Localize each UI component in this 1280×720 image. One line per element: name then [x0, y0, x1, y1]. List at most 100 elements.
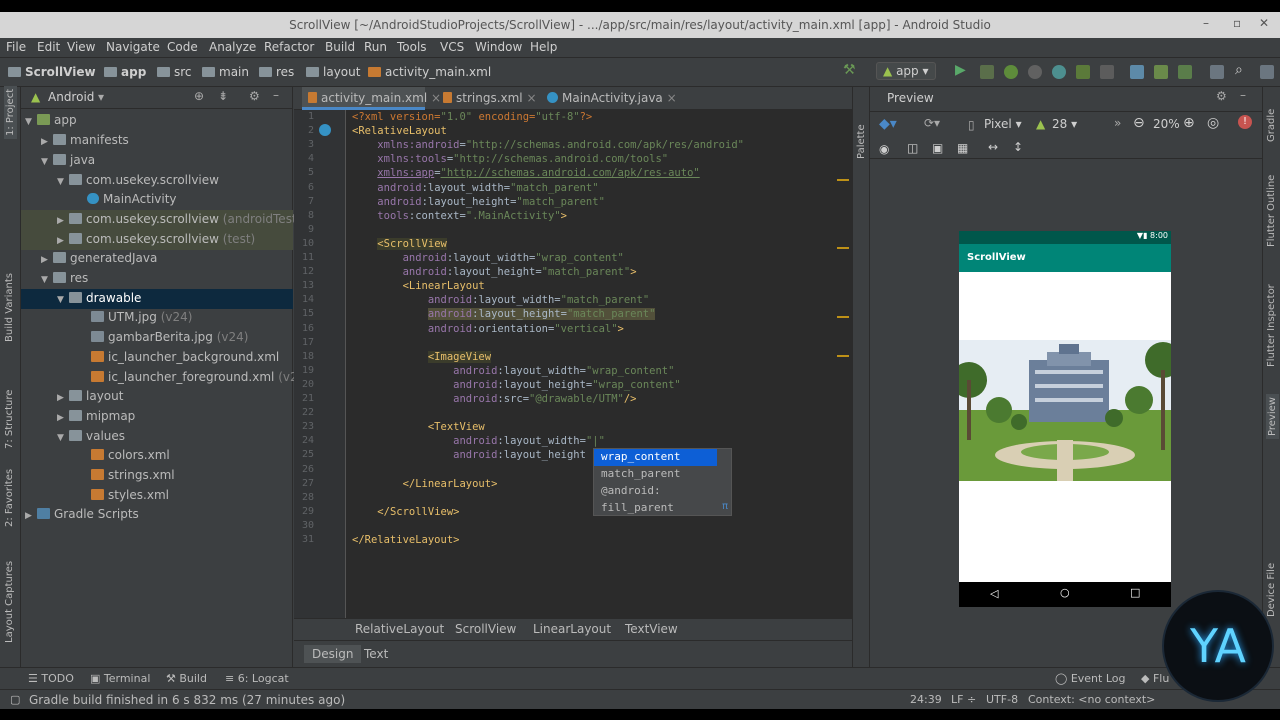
- tree-item-package-test[interactable]: ▶ com.usekey.scrollview (test): [21, 230, 293, 250]
- tree-item-values[interactable]: ▼ values: [21, 427, 293, 447]
- build-variants-tab[interactable]: Build Variants: [4, 273, 15, 342]
- run-icon[interactable]: ▶: [955, 62, 966, 78]
- breadcrumb-project[interactable]: ScrollView: [8, 65, 96, 79]
- terminal-tab[interactable]: ▣ Terminal: [90, 672, 150, 685]
- tree-item-package-androidtest[interactable]: ▶ com.usekey.scrollview (androidTest): [21, 210, 301, 230]
- code-line[interactable]: <TextView: [352, 421, 485, 433]
- menu-window[interactable]: Window: [475, 40, 522, 54]
- event-log-tab[interactable]: ◯ Event Log: [1055, 672, 1125, 685]
- code-line[interactable]: android:src="@drawable/UTM"/>: [352, 393, 636, 405]
- magnet-icon[interactable]: ▣: [932, 141, 943, 155]
- code-line[interactable]: <RelativeLayout: [352, 125, 447, 137]
- tree-item-manifests[interactable]: ▶ manifests: [21, 131, 293, 151]
- close-icon[interactable]: ✕: [1259, 16, 1269, 30]
- tab-design[interactable]: Design: [304, 645, 362, 663]
- more-icon[interactable]: »: [1114, 116, 1121, 130]
- completion-item[interactable]: wrap_content: [594, 449, 717, 466]
- collapse-all-icon[interactable]: ⇟: [218, 89, 228, 103]
- class-marker-icon[interactable]: [319, 124, 331, 136]
- code-line[interactable]: android:layout_width="wrap_content": [352, 365, 674, 377]
- menu-run[interactable]: Run: [364, 40, 387, 54]
- api-select[interactable]: 28 ▾: [1052, 117, 1077, 131]
- warning-marker[interactable]: [837, 247, 849, 249]
- structure-tab[interactable]: 7: Structure: [4, 390, 15, 449]
- status-icon[interactable]: ▢: [10, 693, 20, 706]
- tree-item-utm-jpg[interactable]: UTM.jpg (v24): [21, 308, 293, 328]
- code-line[interactable]: </ScrollView>: [352, 506, 459, 518]
- expand-horizontal-icon[interactable]: ↔: [988, 140, 998, 154]
- tree-item-mipmap[interactable]: ▶ mipmap: [21, 407, 293, 427]
- code-line[interactable]: xmlns:android="http://schemas.android.co…: [352, 139, 744, 151]
- completion-item[interactable]: @android:: [594, 483, 731, 500]
- device-icon[interactable]: ▯: [968, 118, 975, 132]
- menu-help[interactable]: Help: [530, 40, 557, 54]
- sync-icon[interactable]: [1130, 65, 1144, 79]
- sdk-manager-icon[interactable]: [1178, 65, 1192, 79]
- breadcrumb-layout[interactable]: layout: [306, 65, 360, 79]
- maximize-icon[interactable]: ▫: [1233, 16, 1241, 30]
- palette-tab[interactable]: Palette: [856, 124, 867, 159]
- menu-build[interactable]: Build: [325, 40, 355, 54]
- menu-view[interactable]: View: [67, 40, 95, 54]
- debug-icon[interactable]: [1004, 65, 1018, 79]
- build-tab[interactable]: ⚒ Build: [166, 672, 207, 685]
- code-line[interactable]: android:layout_width="wrap_content": [352, 252, 624, 264]
- code-line[interactable]: </RelativeLayout>: [352, 534, 459, 546]
- hide-panel-icon[interactable]: –: [1240, 88, 1246, 102]
- flutter-outline-tab[interactable]: Flutter Outline: [1266, 175, 1277, 247]
- error-icon[interactable]: !: [1238, 115, 1252, 129]
- tree-item-java[interactable]: ▼ java: [21, 151, 293, 171]
- chevron-down-icon[interactable]: ▾: [98, 90, 104, 104]
- code-line[interactable]: <ScrollView: [352, 237, 447, 250]
- settings-icon[interactable]: [1260, 65, 1274, 79]
- tree-item-gradle-scripts[interactable]: ▶ Gradle Scripts: [21, 505, 293, 525]
- code-line[interactable]: tools:context=".MainActivity">: [352, 210, 567, 222]
- breadcrumb-src[interactable]: src: [157, 65, 192, 79]
- code-line[interactable]: android:layout_width="|": [352, 435, 605, 447]
- menu-analyze[interactable]: Analyze: [209, 40, 256, 54]
- tree-item-generatedjava[interactable]: ▶ generatedJava: [21, 249, 293, 269]
- menu-file[interactable]: File: [6, 40, 26, 54]
- device-select[interactable]: Pixel ▾: [984, 117, 1022, 131]
- eye-icon[interactable]: ◉: [879, 142, 889, 156]
- profile-icon[interactable]: [1028, 65, 1042, 79]
- flutter-inspector-tab[interactable]: Flutter Inspector: [1266, 284, 1277, 367]
- code-line[interactable]: <?xml version="1.0" encoding="utf-8"?>: [352, 111, 592, 123]
- phone-screen[interactable]: ▼▮ 8:00 ScrollView ◁ ○ □: [959, 231, 1171, 607]
- android-debug-icon[interactable]: [1076, 65, 1090, 79]
- code-line[interactable]: android:layout_height="match_parent": [352, 196, 605, 208]
- menu-vcs[interactable]: VCS: [440, 40, 464, 54]
- code-line[interactable]: </LinearLayout>: [352, 478, 498, 490]
- zoom-fit-icon[interactable]: ◎: [1207, 115, 1219, 131]
- attach-debugger-icon[interactable]: [1052, 65, 1066, 79]
- code-line[interactable]: xmlns:tools="http://schemas.android.com/…: [352, 153, 668, 165]
- close-tab-icon[interactable]: ×: [667, 91, 677, 105]
- tab-strings[interactable]: strings.xml ×: [437, 87, 537, 110]
- tree-item-app[interactable]: ▼ app: [21, 111, 293, 131]
- device-file-tab[interactable]: Device File: [1266, 563, 1277, 617]
- warning-marker[interactable]: [837, 355, 849, 357]
- status-message[interactable]: Gradle build finished in 6 s 832 ms (27 …: [29, 693, 345, 707]
- completion-item[interactable]: fill_parent: [594, 500, 731, 517]
- tree-item-ic-launcher-foreground[interactable]: ic_launcher_foreground.xml (v24): [21, 368, 310, 388]
- flutter-tab[interactable]: ◆ Flu: [1141, 672, 1169, 685]
- menu-navigate[interactable]: Navigate: [106, 40, 160, 54]
- todo-tab[interactable]: ☰ TODO: [28, 672, 74, 685]
- menu-tools[interactable]: Tools: [397, 40, 427, 54]
- breadcrumb-file[interactable]: activity_main.xml: [368, 65, 491, 79]
- tree-item-colors-xml[interactable]: colors.xml: [21, 446, 293, 466]
- layout-captures-tab[interactable]: Layout Captures: [4, 561, 15, 643]
- menu-code[interactable]: Code: [167, 40, 198, 54]
- stop-icon[interactable]: [1100, 65, 1114, 79]
- orientation-icon[interactable]: ⟳▾: [924, 116, 940, 130]
- warning-marker[interactable]: [837, 316, 849, 318]
- crumb-linearlayout[interactable]: LinearLayout: [533, 622, 611, 636]
- hide-panel-icon[interactable]: –: [273, 88, 279, 102]
- search-icon[interactable]: ⌕: [1235, 62, 1243, 78]
- preview-tab[interactable]: Preview: [1266, 394, 1279, 439]
- tree-item-strings-xml[interactable]: strings.xml: [21, 466, 293, 486]
- home-icon[interactable]: ○: [1060, 586, 1070, 599]
- code-line[interactable]: android:layout_width="match_parent": [352, 294, 649, 306]
- crumb-relativelayout[interactable]: RelativeLayout: [355, 622, 444, 636]
- expand-vertical-icon[interactable]: ↕: [1013, 140, 1023, 154]
